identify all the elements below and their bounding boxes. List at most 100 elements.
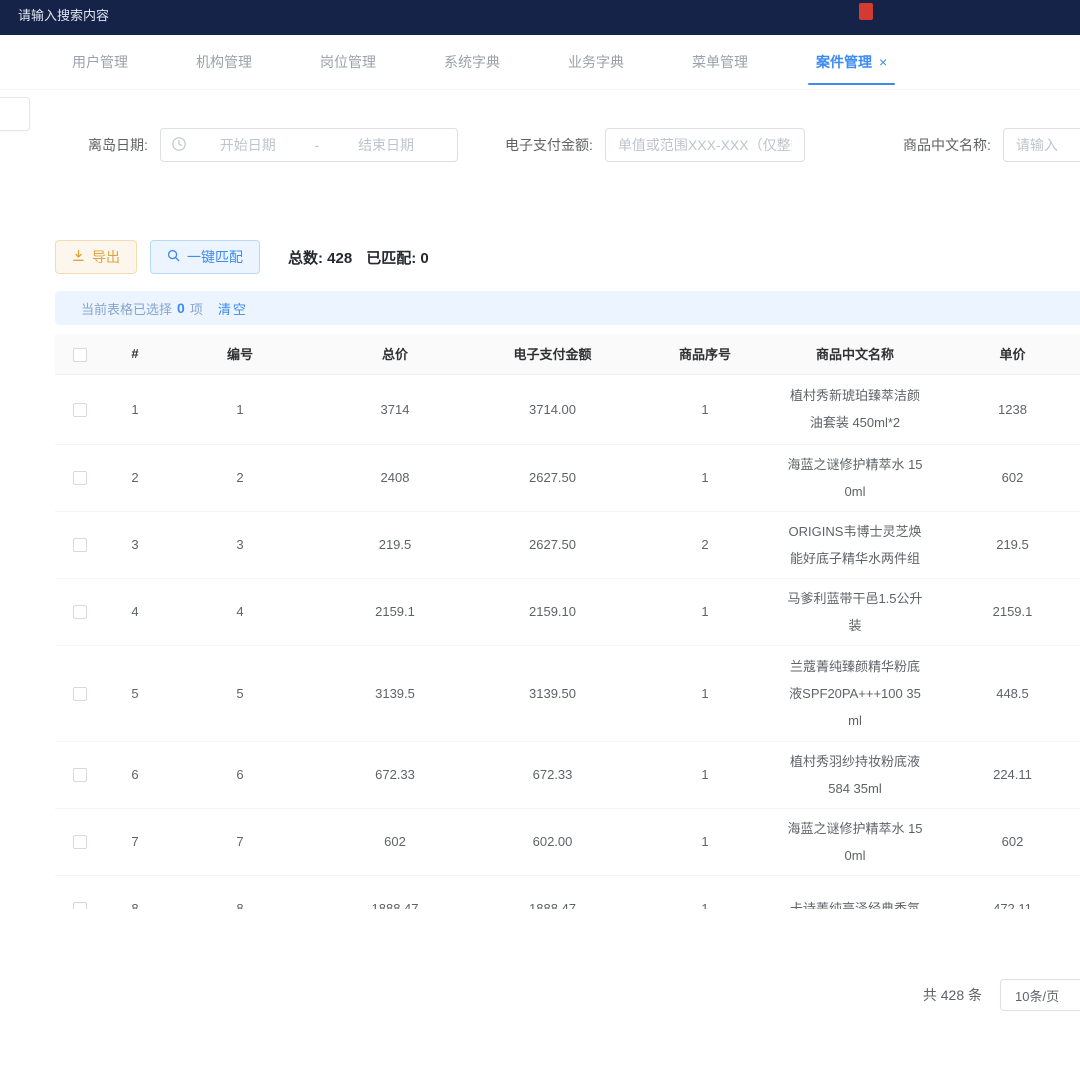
- tab-item-0[interactable]: 用户管理: [58, 35, 142, 90]
- cell-product-seq: 1: [630, 374, 780, 444]
- epay-amount-label: 电子支付金额:: [505, 135, 593, 155]
- tab-item-2[interactable]: 岗位管理: [306, 35, 390, 90]
- tab-label: 用户管理: [72, 52, 128, 72]
- row-checkbox-cell: [55, 444, 105, 511]
- select-all-checkbox[interactable]: [73, 348, 87, 362]
- selection-info-bar: 当前表格已选择 0 项 清空: [55, 291, 1080, 325]
- header-epay-amount: 电子支付金额: [475, 334, 630, 374]
- cell-total-price: 3139.5: [315, 645, 475, 741]
- selection-count: 0: [177, 300, 185, 316]
- cell-unit-price: 2159.1: [930, 578, 1080, 645]
- row-checkbox-cell: [55, 875, 105, 909]
- global-search-input[interactable]: [18, 8, 278, 23]
- cell-index: 6: [105, 741, 165, 808]
- cell-epay-amount: 672.33: [475, 741, 630, 808]
- top-navbar: [0, 0, 1080, 35]
- cell-total-price: 602: [315, 808, 475, 875]
- cell-product-seq: 1: [630, 578, 780, 645]
- table-row: 2 2 2408 2627.50 1 海蓝之谜修护精萃水 150ml 602: [55, 444, 1080, 511]
- table-row: 4 4 2159.1 2159.10 1 马爹利蓝带干邑1.5公升装 2159.…: [55, 578, 1080, 645]
- cell-epay-amount: 3139.50: [475, 645, 630, 741]
- filter-section: 离岛日期: 开始日期 - 结束日期 电子支付金额: 商品中文名称:: [0, 128, 1080, 164]
- cell-index: 3: [105, 511, 165, 578]
- cell-unit-price: 448.5: [930, 645, 1080, 741]
- cell-code: 2: [165, 444, 315, 511]
- cell-product-name: 植村秀羽纱持妆粉底液 584 35ml: [780, 741, 930, 808]
- notification-badge: [859, 3, 873, 20]
- cell-product-name: 海蓝之谜修护精萃水 150ml: [780, 808, 930, 875]
- cell-unit-price: 602: [930, 444, 1080, 511]
- download-icon: [72, 249, 85, 265]
- pagination-total: 共 428 条: [923, 985, 982, 1005]
- epay-amount-input[interactable]: [605, 128, 805, 162]
- tab-item-4[interactable]: 业务字典: [554, 35, 638, 90]
- one-click-match-button[interactable]: 一键匹配: [150, 240, 260, 274]
- row-checkbox[interactable]: [73, 605, 87, 619]
- end-date-placeholder[interactable]: 结束日期: [325, 135, 447, 155]
- table-row: 1 1 3714 3714.00 1 植村秀新琥珀臻萃洁颜油套装 450ml*2…: [55, 374, 1080, 444]
- tab-item-6[interactable]: 案件管理×: [802, 35, 901, 90]
- tab-label: 业务字典: [568, 52, 624, 72]
- filter-epay-amount: 电子支付金额:: [505, 128, 805, 162]
- row-checkbox[interactable]: [73, 687, 87, 701]
- cell-product-seq: 1: [630, 875, 780, 909]
- header-product-seq: 商品序号: [630, 334, 780, 374]
- header-total-price: 总价: [315, 334, 475, 374]
- tab-item-5[interactable]: 菜单管理: [678, 35, 762, 90]
- cell-product-name: 马爹利蓝带干邑1.5公升装: [780, 578, 930, 645]
- date-range-label: 离岛日期:: [88, 135, 148, 155]
- row-checkbox[interactable]: [73, 768, 87, 782]
- tab-label: 菜单管理: [692, 52, 748, 72]
- cell-product-seq: 1: [630, 444, 780, 511]
- row-checkbox-cell: [55, 511, 105, 578]
- cell-code: 4: [165, 578, 315, 645]
- cell-code: 6: [165, 741, 315, 808]
- cell-product-name: ORIGINS韦博士灵芝焕能好底子精华水两件组: [780, 511, 930, 578]
- cell-total-price: 2408: [315, 444, 475, 511]
- table-row: 3 3 219.5 2627.50 2 ORIGINS韦博士灵芝焕能好底子精华水…: [55, 511, 1080, 578]
- tab-item-1[interactable]: 机构管理: [182, 35, 266, 90]
- collapsed-panel-toggle[interactable]: [0, 97, 30, 131]
- selection-prefix: 当前表格已选择: [81, 299, 172, 318]
- date-range-picker[interactable]: 开始日期 - 结束日期: [160, 128, 458, 162]
- header-code: 编号: [165, 334, 315, 374]
- table-row: 5 5 3139.5 3139.50 1 兰蔻菁纯臻颜精华粉底液SPF20PA+…: [55, 645, 1080, 741]
- cell-code: 8: [165, 875, 315, 909]
- row-checkbox[interactable]: [73, 902, 87, 909]
- tab-label: 岗位管理: [320, 52, 376, 72]
- row-checkbox-cell: [55, 374, 105, 444]
- total-count-text: 总数: 428: [288, 247, 352, 268]
- cell-epay-amount: 2627.50: [475, 511, 630, 578]
- pagination-bar: 共 428 条 10条/页: [0, 979, 1080, 1011]
- tab-label: 机构管理: [196, 52, 252, 72]
- export-button[interactable]: 导出: [55, 240, 137, 274]
- cell-epay-amount: 3714.00: [475, 374, 630, 444]
- cell-product-name: 卡诗菁纯亮泽经典香氛: [780, 875, 930, 909]
- cell-product-name: 海蓝之谜修护精萃水 150ml: [780, 444, 930, 511]
- page-size-select[interactable]: 10条/页: [1000, 979, 1080, 1011]
- tab-item-3[interactable]: 系统字典: [430, 35, 514, 90]
- cell-epay-amount: 1888.47: [475, 875, 630, 909]
- page: 用户管理 机构管理 岗位管理 系统字典 业务字典 菜单管理 案件管理× 离岛日期: 开始日期…: [0, 0, 1080, 1077]
- clock-icon: [171, 136, 187, 155]
- row-checkbox[interactable]: [73, 403, 87, 417]
- cell-unit-price: 219.5: [930, 511, 1080, 578]
- clear-selection-link[interactable]: 清空: [218, 299, 248, 318]
- cell-product-name: 植村秀新琥珀臻萃洁颜油套装 450ml*2: [780, 374, 930, 444]
- cell-index: 8: [105, 875, 165, 909]
- filter-product-name: 商品中文名称:: [903, 128, 1080, 162]
- cell-product-name: 兰蔻菁纯臻颜精华粉底液SPF20PA+++100 35ml: [780, 645, 930, 741]
- match-stats: 总数: 428 已匹配: 0: [288, 247, 429, 268]
- row-checkbox[interactable]: [73, 538, 87, 552]
- export-button-label: 导出: [92, 247, 120, 267]
- row-checkbox[interactable]: [73, 471, 87, 485]
- tab-close-icon[interactable]: ×: [879, 54, 887, 70]
- match-button-label: 一键匹配: [187, 247, 243, 267]
- cell-product-seq: 1: [630, 808, 780, 875]
- row-checkbox[interactable]: [73, 835, 87, 849]
- cell-product-seq: 1: [630, 741, 780, 808]
- table-body: 1 1 3714 3714.00 1 植村秀新琥珀臻萃洁颜油套装 450ml*2…: [55, 374, 1080, 909]
- start-date-placeholder[interactable]: 开始日期: [187, 135, 309, 155]
- cell-index: 1: [105, 374, 165, 444]
- product-name-input[interactable]: [1003, 128, 1080, 162]
